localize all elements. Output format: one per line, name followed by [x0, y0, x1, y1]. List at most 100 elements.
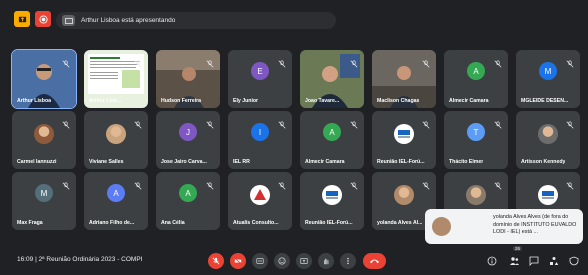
participant-tile[interactable]: M Max Fraga: [12, 172, 76, 230]
participant-tile[interactable]: Viviane Salles: [84, 111, 148, 169]
host-controls-button[interactable]: [567, 254, 581, 268]
avatar: [394, 185, 414, 205]
people-button[interactable]: [507, 254, 521, 268]
participant-name: Atualis Consulto...: [233, 220, 279, 226]
presenting-banner[interactable]: Arthur Lisboa está apresentando: [56, 12, 336, 29]
participant-name: yolanda Alves Al...: [377, 220, 423, 226]
participant-name: Max Fraga: [17, 220, 43, 226]
mic-off-icon: [494, 55, 502, 68]
participant-tile[interactable]: I IEL RR: [228, 111, 292, 169]
emoji-button[interactable]: [274, 253, 290, 269]
avatar: [538, 124, 558, 144]
participant-name: Carmel Iannuzzi: [17, 159, 57, 165]
top-bar: Arthur Lisboa está apresentando: [0, 0, 588, 42]
participants-count-badge: 26: [513, 246, 523, 251]
captions-button[interactable]: [252, 253, 268, 269]
participant-tile[interactable]: Carmel Iannuzzi: [12, 111, 76, 169]
avatar: [394, 124, 414, 144]
avatar: T: [467, 123, 485, 141]
participant-tile[interactable]: A Almecir Camara: [300, 111, 364, 169]
avatar: [432, 217, 451, 236]
mic-off-icon: [566, 55, 574, 68]
mic-off-button[interactable]: [208, 253, 224, 269]
participant-name: IEL RR: [233, 159, 250, 165]
participant-name: Adriano Filho de...: [89, 220, 135, 226]
participant-tile[interactable]: Reunião IEL-Forú...: [372, 111, 436, 169]
participant-name: Maclison Chagas: [377, 98, 420, 104]
participant-tile[interactable]: A Ana Célia: [156, 172, 220, 230]
raise-hand-button[interactable]: [318, 253, 334, 269]
participant-grid: Arthur Lisboa Arthur Lisb... Hudson Ferrei…: [11, 49, 580, 230]
participant-name: Arthur Lisboa: [17, 98, 52, 104]
camera-off-button[interactable]: [230, 253, 246, 269]
activities-button[interactable]: [547, 254, 561, 268]
participant-name: Artisson Kennedy: [521, 159, 566, 165]
mic-off-icon: [62, 177, 70, 190]
chat-button[interactable]: [527, 254, 541, 268]
avatar: [106, 124, 126, 144]
participant-name: Viviane Salles: [89, 159, 124, 165]
avatar: J: [179, 123, 197, 141]
participant-name: Almecir Camara: [305, 159, 345, 165]
avatar: I: [251, 123, 269, 141]
screen-share-icon: [62, 15, 75, 26]
mic-off-icon: [350, 55, 358, 68]
mic-off-icon: [206, 177, 214, 190]
participant-tile[interactable]: Maclison Chagas: [372, 50, 436, 108]
participant-tile[interactable]: Arthur Lisboa: [11, 49, 77, 109]
mic-off-icon: [206, 55, 214, 68]
participant-tile[interactable]: Joao Tavare...: [300, 50, 364, 108]
join-notification[interactable]: yolanda Alves Alves (de fora do domínio …: [425, 209, 583, 244]
leave-call-button[interactable]: [363, 253, 386, 269]
participant-tile[interactable]: Artisson Kennedy: [516, 111, 580, 169]
avatar: [250, 185, 270, 205]
mic-off-icon: [566, 177, 574, 190]
participant-tile[interactable]: M MGLEIDE DESEN...: [516, 50, 580, 108]
present-screen-button[interactable]: [296, 253, 312, 269]
participant-tile[interactable]: E Ely Junior: [228, 50, 292, 108]
mic-off-icon: [422, 116, 430, 129]
participant-name: Joao Tavare...: [305, 98, 340, 104]
participant-name: Hudson Ferreira: [161, 98, 202, 104]
avatar: M: [539, 62, 557, 80]
mic-off-icon: [278, 177, 286, 190]
participant-name: Arthur Lisb...: [89, 98, 122, 104]
participant-tile[interactable]: T Thácito Elmer: [444, 111, 508, 169]
participant-name: Ely Junior: [233, 98, 259, 104]
more-options-button[interactable]: [340, 253, 356, 269]
mic-off-icon: [494, 116, 502, 129]
avatar: A: [323, 123, 341, 141]
meeting-info: 16:09 | 2ª Reunião Ordinária 2023 - COMP…: [17, 256, 143, 263]
presenting-text: Arthur Lisboa está apresentando: [81, 17, 176, 24]
mic-off-icon: [350, 116, 358, 129]
participant-tile[interactable]: Reunião IEL-Forú...: [300, 172, 364, 230]
participant-tile[interactable]: Atualis Consulto...: [228, 172, 292, 230]
participant-name: Almecir Camara: [449, 98, 489, 104]
participant-name: MGLEIDE DESEN...: [521, 98, 569, 104]
mic-off-icon: [278, 55, 286, 68]
participant-tile[interactable]: Hudson Ferreira: [156, 50, 220, 108]
notification-text: yolanda Alves Alves (de fora do domínio …: [493, 214, 577, 235]
participant-tile[interactable]: J Jose Jairo Carva...: [156, 111, 220, 169]
mic-off-icon: [278, 116, 286, 129]
mic-off-icon: [422, 55, 430, 68]
participant-tile[interactable]: Arthur Lisb...: [84, 50, 148, 108]
present-icon[interactable]: [14, 11, 30, 27]
bottom-bar: 16:09 | 2ª Reunião Ordinária 2023 - COMP…: [0, 246, 588, 275]
participant-name: Reunião IEL-Forú...: [377, 159, 425, 165]
mic-off-icon: [494, 177, 502, 190]
avatar: [34, 124, 54, 144]
mic-off-icon: [62, 55, 70, 68]
avatar: [322, 185, 342, 205]
avatar: M: [35, 184, 53, 202]
participant-tile[interactable]: A Adriano Filho de...: [84, 172, 148, 230]
avatar: E: [251, 62, 269, 80]
info-button[interactable]: [485, 254, 499, 268]
mic-off-icon: [62, 116, 70, 129]
participant-tile[interactable]: A Almecir Camara: [444, 50, 508, 108]
avatar: A: [107, 184, 125, 202]
mic-off-icon: [206, 116, 214, 129]
record-icon[interactable]: [35, 11, 51, 27]
mic-off-icon: [134, 116, 142, 129]
mic-off-icon: [134, 55, 142, 68]
